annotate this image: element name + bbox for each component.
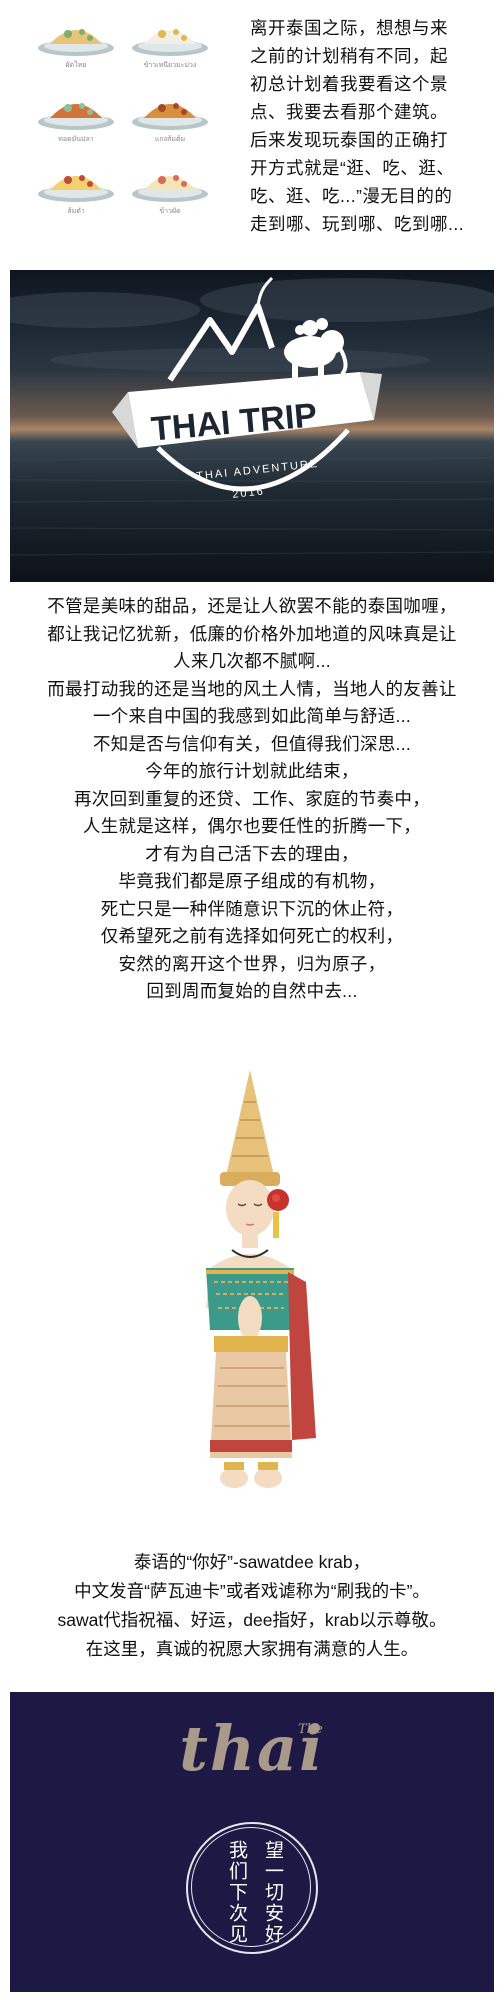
dancer-figure-icon <box>206 1070 316 1488</box>
story-line: 安然的离开这个世界，归为原子， <box>118 953 386 974</box>
food-caption: ผัดไทย <box>65 61 87 69</box>
intro-line: 走到哪、玩到哪、吃到哪... <box>250 214 465 234</box>
pad-thai-icon <box>38 29 114 56</box>
intro-line: 点、我要去看那个建筑。 <box>250 102 448 122</box>
thai-trip-hero-image: THAI TRIP THAI ADVENTURE 2016 <box>10 270 494 582</box>
food-caption: ส้มตำ <box>67 207 85 215</box>
intro-paragraph: 离开泰国之际，想想与来 之前的计划稍有不同，起 初总计划着我要看这个景 点、我要… <box>250 14 495 238</box>
food-item: ผัดไทย <box>26 14 126 71</box>
intro-section: ผัดไทย ข้าวเหนียวมะม่วงทอดมันปลา แกงส้มต้ม… <box>0 0 504 265</box>
hero-year: 2016 <box>232 486 266 501</box>
story-line: 一个来自中国的我感到如此简单与舒适... <box>92 706 412 726</box>
food-caption: ข้าวผัด <box>159 207 181 215</box>
story-line: 都让我记忆犹新，低廉的价格外加地道的风味真是让 <box>47 623 457 644</box>
story-line: 今年的旅行计划就此结束， <box>145 761 359 781</box>
story-line: 仅希望死之前有选择如何死亡的权利， <box>100 926 404 946</box>
story-line: 再次回到重复的还贷、工作、家庭的节奏中， <box>74 788 430 809</box>
story-line: 回到周而复始的自然中去... <box>146 981 358 1001</box>
footer-blessing-left: 我们下次见 <box>226 1840 248 1945</box>
fish-cake-icon <box>38 103 114 130</box>
fried-rice-icon <box>132 175 208 202</box>
hero-subtitle: THAI ADVENTURE <box>196 458 320 483</box>
tom-yum-icon <box>132 103 208 130</box>
story-line: 死亡只是一种伴随意识下沉的休止符， <box>100 898 404 919</box>
story-line: 人来几次都不腻啊... <box>173 651 331 671</box>
food-caption: แกงส้มต้ม <box>154 135 186 143</box>
thai-dancer-illustration <box>170 1068 330 1508</box>
story-line: 人生就是这样，偶尔也要任性的折腾一下， <box>82 816 422 836</box>
food-item: ข้าวผัด <box>120 160 220 217</box>
sea-sunset-scene: THAI TRIP THAI ADVENTURE 2016 <box>10 276 494 556</box>
footer-circle-inner <box>191 1827 311 1947</box>
food-item: แกงส้มต้ม <box>120 88 220 145</box>
food-item: ส้มตำ <box>26 160 126 217</box>
footer-brand-title: thai <box>179 1712 325 1785</box>
story-line: 毕竟我们都是原子组成的有机物， <box>118 871 386 891</box>
food-caption: ข้าวเหนียวมะม่วง <box>143 61 197 69</box>
intro-line: 吃、逛、吃...”漫无目的的 <box>250 186 453 206</box>
footer-blessing-right: 望一切安好 <box>262 1840 284 1945</box>
papaya-salad-icon <box>38 175 114 202</box>
greeting-line: 中文发音“萨瓦迪卡”或者戏谑称为“刷我的卡”。 <box>74 1581 430 1601</box>
story-line: 不管是美味的甜品，还是让人欲罢不能的泰国咖喱， <box>47 596 457 616</box>
thai-footer-card: thai The 望一切安好 我们下次见 <box>10 1692 494 1992</box>
intro-line: 初总计划着我要看这个景 <box>250 74 448 94</box>
intro-line: 开方式就是“逛、吃、逛、 <box>250 158 455 178</box>
mango-sticky-rice-icon <box>132 29 208 56</box>
intro-line: 后来发现玩泰国的正确打 <box>250 130 448 150</box>
story-line: 才有为自己活下去的理由， <box>145 843 359 864</box>
greeting-line: sawat代指祝福、好运，dee指好，krab以示尊敬。 <box>57 1610 447 1630</box>
greeting-paragraph: 泰语的“你好”-sawatdee krab， 中文发音“萨瓦迪卡”或者戏谑称为“… <box>0 1548 504 1664</box>
footer-brand-small: The <box>298 1722 323 1737</box>
greeting-line: 在这里，真诚的祝愿大家拥有满意的人生。 <box>85 1639 419 1659</box>
intro-line: 离开泰国之际，想想与来 <box>250 18 448 38</box>
food-caption: ทอดมันปลา <box>58 135 94 143</box>
story-line: 而最打动我的还是当地的风土人情，当地人的友善让 <box>47 678 457 699</box>
food-item: ทอดมันปลา <box>26 88 126 145</box>
intro-line: 之前的计划稍有不同，起 <box>250 46 448 66</box>
story-paragraph: 不管是美味的甜品，还是让人欲罢不能的泰国咖喱， 都让我记忆犹新，低廉的价格外加地道… <box>0 593 504 1006</box>
food-item: ข้าวเหนียวมะม่วง <box>120 14 220 71</box>
story-line: 不知是否与信仰有关，但值得我们深思... <box>92 733 412 754</box>
greeting-line: 泰语的“你好”-sawatdee krab， <box>133 1552 371 1572</box>
